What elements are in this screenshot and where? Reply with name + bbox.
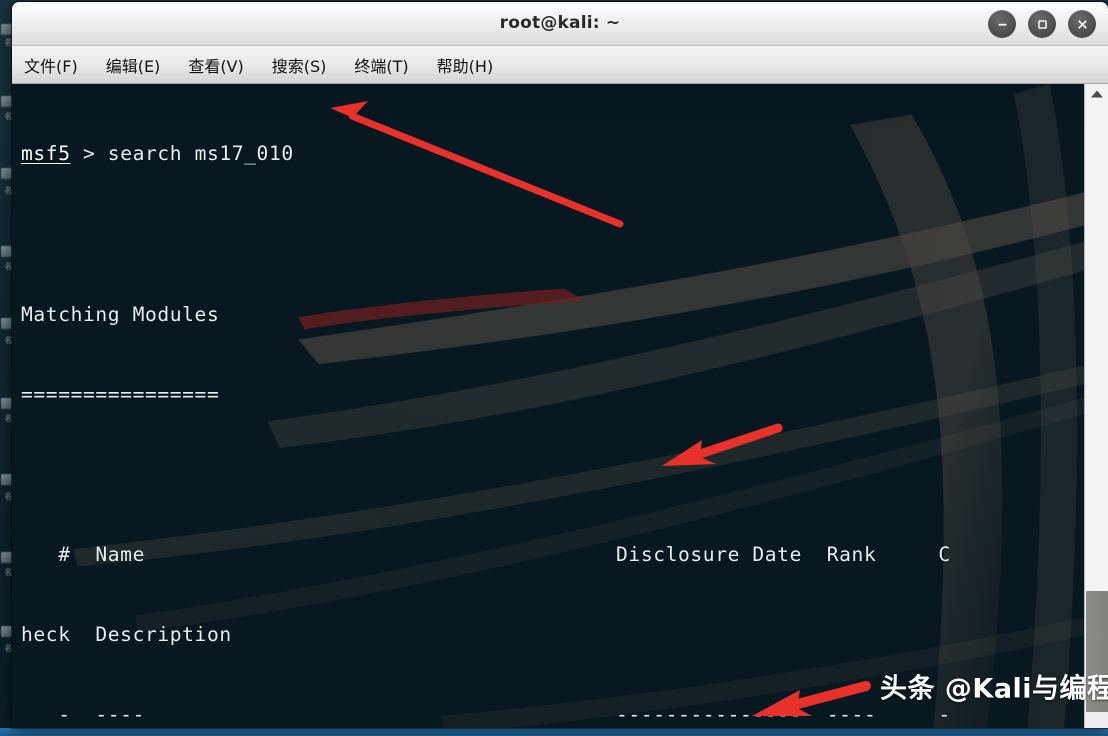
menu-item-view[interactable]: 查看(V) — [186, 51, 245, 79]
scrollbar-thumb[interactable] — [1086, 591, 1108, 713]
prompt-separator: > — [70, 142, 108, 166]
menu-item-file[interactable]: 文件(F) — [22, 51, 80, 79]
terminal-body[interactable]: msf5 > search ms17_010 Matching Modules … — [12, 84, 1108, 728]
screen-root: 名 名 名 名 名 名 名 名 名 root@kali: ~ 文件(F) 编辑(… — [0, 0, 1108, 736]
terminal-line: - ---- --------------- ---- - — [21, 703, 951, 727]
terminal-line-prompt-first: msf5 > search ms17_010 — [12, 141, 1084, 168]
maximize-icon[interactable] — [1028, 10, 1056, 38]
terminal-line: Matching Modules — [21, 302, 220, 326]
scroll-up-arrow-icon[interactable] — [1085, 84, 1108, 104]
scroll-down-arrow-icon[interactable] — [1085, 712, 1108, 728]
minimize-icon[interactable] — [988, 10, 1016, 38]
window-controls — [988, 10, 1096, 38]
prompt-label: msf5 — [21, 142, 71, 166]
terminal-window: root@kali: ~ 文件(F) 编辑(E) 查看(V) 搜索(S) 终端(… — [12, 2, 1108, 728]
taskbar[interactable] — [0, 728, 1108, 736]
menu-item-edit[interactable]: 编辑(E) — [104, 51, 163, 79]
command-first: search ms17_010 — [107, 142, 294, 166]
window-title: root@kali: ~ — [499, 13, 621, 33]
terminal-text[interactable]: msf5 > search ms17_010 Matching Modules … — [12, 84, 1084, 728]
menu-item-help[interactable]: 帮助(H) — [435, 51, 496, 79]
terminal-line: ================ — [21, 382, 220, 406]
menubar: 文件(F) 编辑(E) 查看(V) 搜索(S) 终端(T) 帮助(H) — [12, 46, 1108, 84]
window-titlebar[interactable]: root@kali: ~ — [12, 2, 1108, 46]
menu-item-search[interactable]: 搜索(S) — [270, 51, 329, 79]
vertical-scrollbar[interactable] — [1084, 84, 1108, 728]
terminal-line: heck Description — [21, 622, 232, 646]
close-icon[interactable] — [1068, 10, 1096, 38]
menu-item-terminal[interactable]: 终端(T) — [352, 51, 410, 79]
terminal-line: # Name Disclosure Date Rank C — [21, 542, 951, 566]
